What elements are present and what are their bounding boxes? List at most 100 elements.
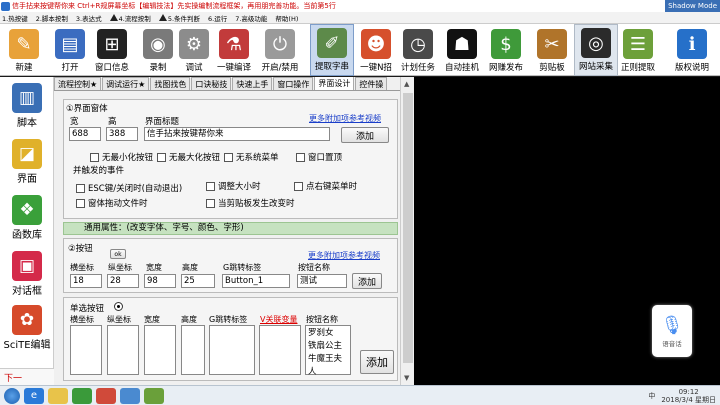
scroll-up-icon[interactable]: ▲ bbox=[404, 80, 409, 88]
ime-indicator[interactable]: 中 bbox=[648, 391, 655, 401]
media-icon[interactable] bbox=[72, 387, 92, 404]
radio-width-list[interactable] bbox=[144, 325, 176, 375]
vertical-scrollbar[interactable]: ▲ ▼ bbox=[400, 77, 414, 385]
toolbar-item[interactable]: ℹ 版权说明 bbox=[670, 24, 714, 76]
checkbox-box[interactable] bbox=[90, 152, 99, 162]
right-click-menu-checkbox[interactable]: 点右键菜单时 bbox=[294, 180, 357, 192]
robot-icon: ☗ bbox=[447, 29, 477, 59]
tab-item[interactable]: 界面设计 bbox=[314, 77, 355, 90]
checkbox-box[interactable] bbox=[206, 198, 215, 208]
height-input[interactable]: 388 bbox=[106, 127, 138, 141]
checkbox-box[interactable] bbox=[224, 152, 233, 162]
sidebar-item[interactable]: ❖ 函数库 bbox=[4, 195, 50, 241]
resize-event-checkbox[interactable]: 调整大小时 bbox=[206, 180, 261, 192]
tab-item[interactable]: 控件操 bbox=[355, 77, 388, 90]
radio-name-list[interactable]: 罗刹女 铁扇公主 牛魔王夫人 bbox=[305, 325, 351, 377]
checkbox-box[interactable] bbox=[157, 152, 166, 162]
voice-input-widget[interactable]: 🎙 语音话 bbox=[652, 305, 692, 357]
toolbar-item[interactable]: ✎ 新建 bbox=[2, 24, 46, 76]
tab-item[interactable]: 找图找色 bbox=[150, 77, 191, 90]
width-label: 宽 bbox=[70, 117, 79, 127]
video-ref-link[interactable]: 更多附加项参考视频 bbox=[309, 113, 381, 124]
always-on-top-checkbox[interactable]: 窗口置顶 bbox=[296, 151, 342, 163]
clock[interactable]: 09:12 2018/3/4 星期日 bbox=[661, 388, 716, 404]
button-goto-input[interactable]: Button_1 bbox=[222, 274, 290, 288]
toolbar-item[interactable]: ✂ 剪贴板 bbox=[530, 24, 574, 76]
radio-variable-list[interactable] bbox=[259, 325, 301, 375]
radio-col-variable[interactable]: V关联变量 bbox=[260, 314, 297, 325]
no-maximize-checkbox[interactable]: 无最大化按钮 bbox=[157, 151, 220, 163]
toolbar-item[interactable]: ⏻ 开启/禁用 bbox=[258, 24, 302, 76]
checkbox-box[interactable] bbox=[206, 181, 215, 191]
checkbox-box[interactable] bbox=[294, 181, 303, 191]
add-window-button[interactable]: 添加 bbox=[341, 127, 389, 143]
button-height-input[interactable]: 25 bbox=[181, 274, 215, 288]
toolbar-item[interactable]: ⚗ 一键编译 bbox=[212, 24, 256, 76]
app-icon[interactable] bbox=[96, 387, 116, 404]
tab-item[interactable]: 口诀秘技 bbox=[191, 77, 232, 90]
esc-close-checkbox[interactable]: ESC键/关闭时(自动退出) bbox=[76, 182, 182, 194]
left-sidebar: ▥ 脚本 ◪ 界面 ❖ 函数库 ▣ 对话框 ✿ SciTE编辑 bbox=[0, 77, 54, 368]
toolbar-item[interactable]: ☰ 正则提取 bbox=[616, 24, 660, 76]
tab-item[interactable]: 调试运行★ bbox=[102, 77, 150, 90]
menu-item-advanced[interactable]: 7.高级功能 bbox=[235, 13, 267, 23]
menu-item-condition[interactable]: 5.条件判断 bbox=[158, 13, 200, 23]
radio-goto-list[interactable] bbox=[209, 325, 255, 375]
button-video-ref-link[interactable]: 更多附加项参考视频 bbox=[308, 250, 380, 261]
toolbar-item[interactable]: ✐ 提取字串 bbox=[310, 24, 354, 76]
menu-item-flow[interactable]: 4.流程按制 bbox=[109, 13, 151, 23]
add-button-button[interactable]: 添加 bbox=[352, 273, 382, 289]
toolbar-item[interactable]: ▤ 打开 bbox=[48, 24, 92, 76]
sidebar-item[interactable]: ✿ SciTE编辑 bbox=[3, 305, 51, 351]
toolbar-item[interactable]: $ 网赚发布 bbox=[484, 24, 528, 76]
menu-item-script[interactable]: 2.脚本按制 bbox=[36, 13, 68, 23]
shadow-mode-badge[interactable]: Shadow Mode bbox=[665, 0, 720, 12]
start-icon[interactable] bbox=[4, 387, 20, 404]
no-minimize-checkbox[interactable]: 无最小化按钮 bbox=[90, 151, 153, 163]
radio-height-list[interactable] bbox=[181, 325, 205, 375]
tab-item[interactable]: 窗口操作 bbox=[273, 77, 314, 90]
drag-file-checkbox[interactable]: 窗体拖动文件时 bbox=[76, 197, 148, 209]
next-label[interactable]: 下一 bbox=[4, 371, 22, 384]
scroll-down-icon[interactable]: ▼ bbox=[404, 374, 409, 382]
microphone-icon[interactable]: 🎙 bbox=[661, 315, 684, 336]
radio-x-list[interactable] bbox=[70, 325, 102, 375]
ok-preview-button[interactable]: ok bbox=[110, 249, 126, 259]
toolbar-item[interactable]: ⚙ 调试 bbox=[172, 24, 216, 76]
no-system-menu-checkbox[interactable]: 无系统菜单 bbox=[224, 151, 279, 163]
checkbox-box[interactable] bbox=[296, 152, 305, 162]
toolbar-item[interactable]: ☗ 自动挂机 bbox=[440, 24, 484, 76]
scroll-thumb[interactable] bbox=[403, 93, 413, 363]
caption-input[interactable]: 信手拈来按键帮你来 bbox=[144, 127, 330, 141]
radio-y-list[interactable] bbox=[107, 325, 139, 375]
common-properties-bar[interactable]: 通用属性：(改变字体、字号、颜色、字形) bbox=[63, 222, 398, 235]
button-y-input[interactable]: 28 bbox=[107, 274, 139, 288]
toolbar-item[interactable]: ☻ 一键N招 bbox=[354, 24, 398, 76]
webcam-icon: ◉ bbox=[143, 29, 173, 59]
menu-item-help[interactable]: 帮助(H) bbox=[275, 13, 298, 23]
button-name-input[interactable]: 测试 bbox=[297, 274, 347, 288]
menu-item-expression[interactable]: 3.表达式 bbox=[76, 13, 102, 23]
sidebar-item[interactable]: ▣ 对话框 bbox=[4, 251, 50, 297]
ie-icon[interactable]: e bbox=[24, 387, 44, 404]
add-radio-button[interactable]: 添加 bbox=[360, 350, 394, 374]
sidebar-item[interactable]: ▥ 脚本 bbox=[4, 83, 50, 129]
tab-item[interactable]: 快速上手 bbox=[232, 77, 273, 90]
width-input[interactable]: 688 bbox=[69, 127, 101, 141]
toolbar-item[interactable]: ◷ 计划任务 bbox=[396, 24, 440, 76]
sidebar-item[interactable]: ◪ 界面 bbox=[4, 139, 50, 185]
folder-icon[interactable] bbox=[48, 387, 68, 404]
app2-icon[interactable] bbox=[120, 387, 140, 404]
radio-preview-icon[interactable] bbox=[114, 302, 123, 311]
menu-item-hotkey[interactable]: 1.热按键 bbox=[2, 13, 28, 23]
menu-item-run[interactable]: 6.运行 bbox=[208, 13, 227, 23]
button-width-input[interactable]: 98 bbox=[144, 274, 176, 288]
tab-item[interactable]: 流程控制★ bbox=[54, 77, 102, 90]
checkbox-box[interactable] bbox=[76, 198, 85, 208]
game-icon[interactable] bbox=[144, 387, 164, 404]
toolbar-item[interactable]: ◎ 网站采集 bbox=[574, 24, 618, 76]
clipboard-change-checkbox[interactable]: 当剪贴板发生改变时 bbox=[206, 197, 295, 209]
toolbar-item[interactable]: ⊞ 窗口信息 bbox=[90, 24, 134, 76]
button-x-input[interactable]: 18 bbox=[70, 274, 102, 288]
checkbox-box[interactable] bbox=[76, 183, 85, 193]
